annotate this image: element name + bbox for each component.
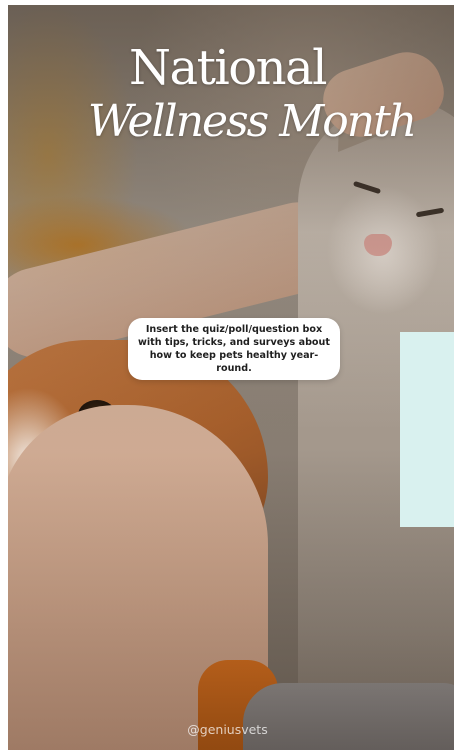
title-line-2: Wellness Month [87, 96, 417, 147]
side-color-panel [400, 332, 454, 527]
account-handle: @geniusvets [187, 722, 268, 737]
title-line-1: National [128, 40, 328, 96]
quiz-placeholder-box[interactable]: Insert the quiz/poll/question box with t… [128, 318, 340, 380]
quiz-placeholder-text: Insert the quiz/poll/question box with t… [138, 324, 330, 374]
